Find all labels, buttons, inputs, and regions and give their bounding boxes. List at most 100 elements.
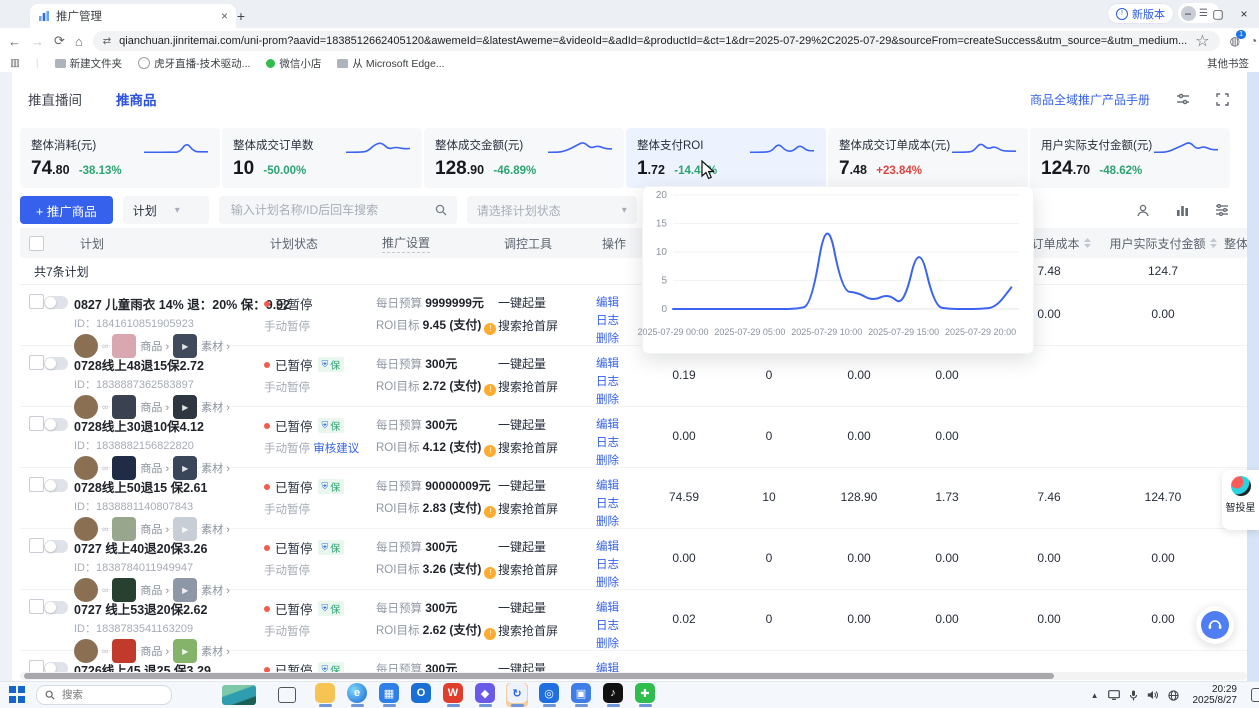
tab-product[interactable]: 推商品 bbox=[116, 89, 157, 109]
col-setting[interactable]: 推广设置 bbox=[376, 234, 498, 253]
side-panel-icon[interactable]: ▥ bbox=[10, 57, 20, 69]
row-toggle[interactable] bbox=[44, 296, 68, 309]
new-version-badge[interactable]: !新版本 bbox=[1108, 4, 1173, 23]
sort-icon[interactable] bbox=[1084, 238, 1091, 248]
task-view-button[interactable] bbox=[278, 687, 296, 703]
stat-card-1[interactable]: 整体成交订单数 10 -50.00% bbox=[222, 128, 422, 188]
browser-tab[interactable]: 推广管理 × bbox=[30, 4, 236, 28]
zhitouxing-floating-widget[interactable]: 智投星 bbox=[1222, 470, 1259, 530]
col-tool[interactable]: 调控工具 bbox=[498, 235, 596, 252]
site-info-icon[interactable]: ⇄ bbox=[103, 36, 111, 47]
stat-card-5[interactable]: 用户实际支付金额(元) 124.70 -48.62% bbox=[1030, 128, 1230, 188]
stat-card-4[interactable]: 整体成交订单成本(元) 7.48 +23.84% bbox=[828, 128, 1028, 188]
col-overall[interactable]: 整体 bbox=[1218, 235, 1247, 252]
row-checkbox[interactable] bbox=[29, 599, 44, 614]
other-bookmarks-folder[interactable]: 其他书签 bbox=[1203, 56, 1249, 71]
app-purple[interactable]: ◆ bbox=[474, 683, 496, 707]
home-icon[interactable]: ⌂ bbox=[75, 34, 83, 49]
search-top-screen[interactable]: 搜索抢首屏 bbox=[498, 378, 596, 395]
plan-title[interactable]: 0728线上30退10保4.12 bbox=[74, 416, 264, 435]
product-manual-link[interactable]: 商品全域推广产品手册 bbox=[1030, 91, 1150, 108]
action-link[interactable]: 编辑 bbox=[596, 538, 644, 554]
plan-title[interactable]: 0727 线上53退20保2.62 bbox=[74, 599, 264, 618]
row-toggle[interactable] bbox=[44, 418, 68, 431]
microsoft-store[interactable]: ▦ bbox=[378, 683, 400, 707]
notification-center-icon[interactable] bbox=[1251, 688, 1259, 702]
url-field[interactable]: ⇄ qianchuan.jinritemai.com/uni-prom?aavi… bbox=[93, 31, 1220, 51]
window-close-button[interactable]: × bbox=[1229, 1, 1259, 27]
monitor-icon[interactable] bbox=[1108, 690, 1120, 700]
column-settings-icon[interactable] bbox=[1215, 204, 1229, 216]
plan-search-input[interactable] bbox=[229, 202, 435, 218]
one-key-boost[interactable]: 一键起量 bbox=[498, 294, 596, 311]
fullscreen-icon[interactable] bbox=[1216, 93, 1229, 106]
customer-service-button[interactable] bbox=[1196, 606, 1234, 644]
back-icon[interactable]: ← bbox=[8, 34, 21, 49]
row-checkbox[interactable] bbox=[29, 477, 44, 492]
row-toggle[interactable] bbox=[44, 479, 68, 492]
row-checkbox[interactable] bbox=[29, 294, 44, 309]
action-link[interactable]: 删除 bbox=[596, 391, 644, 407]
action-link[interactable]: 日志 bbox=[596, 434, 644, 450]
search-top-screen[interactable]: 搜索抢首屏 bbox=[498, 317, 596, 334]
stat-card-3[interactable]: 整体支付ROI 1.72 -14.43% bbox=[626, 128, 826, 188]
reload-icon[interactable]: ⟳ bbox=[54, 33, 65, 49]
horizontal-scrollbar[interactable] bbox=[20, 672, 1247, 680]
extensions-puzzle-icon[interactable]: ◔ bbox=[1250, 34, 1257, 48]
app-blue[interactable]: ▣ bbox=[570, 683, 592, 707]
bookmark-star-icon[interactable]: ☆ bbox=[1195, 31, 1209, 51]
taskbar-search-input[interactable] bbox=[60, 688, 134, 702]
row-checkbox[interactable] bbox=[29, 355, 44, 370]
col-ops[interactable]: 操作 bbox=[596, 235, 644, 252]
action-link[interactable]: 日志 bbox=[596, 373, 644, 389]
app-blue-ring[interactable]: ◎ bbox=[538, 683, 560, 707]
scrollbar-thumb[interactable] bbox=[24, 673, 1054, 679]
network-icon[interactable] bbox=[1168, 690, 1179, 701]
bookmark-item[interactable]: 从 Microsoft Edge... bbox=[337, 56, 444, 71]
stat-card-2[interactable]: 整体成交金额(元) 128.90 -46.89% bbox=[424, 128, 624, 188]
promote-product-button[interactable]: + 推广商品 bbox=[20, 196, 113, 224]
search-top-screen[interactable]: 搜索抢首屏 bbox=[498, 622, 596, 639]
action-link[interactable]: 编辑 bbox=[596, 660, 644, 672]
action-link[interactable]: 日志 bbox=[596, 312, 644, 328]
douyin[interactable]: ♪ bbox=[602, 683, 624, 707]
row-checkbox[interactable] bbox=[29, 416, 44, 431]
search-top-screen[interactable]: 搜索抢首屏 bbox=[498, 561, 596, 578]
tab-live-room[interactable]: 推直播间 bbox=[28, 89, 82, 109]
bookmark-item[interactable]: 虎牙直播-技术驱动... bbox=[138, 56, 250, 71]
action-link[interactable]: 日志 bbox=[596, 556, 644, 572]
row-checkbox[interactable] bbox=[29, 660, 44, 672]
edge-browser[interactable]: e bbox=[346, 683, 368, 707]
plan-status-select[interactable]: 请选择计划状态▾ bbox=[467, 196, 637, 224]
col-status[interactable]: 计划状态 bbox=[264, 235, 376, 252]
one-key-boost[interactable]: 一键起量 bbox=[498, 477, 596, 494]
row-toggle[interactable] bbox=[44, 662, 68, 672]
one-key-boost[interactable]: 一键起量 bbox=[498, 416, 596, 433]
forward-icon[interactable]: → bbox=[31, 34, 44, 49]
taskbar-search[interactable] bbox=[36, 685, 172, 705]
action-link[interactable]: 编辑 bbox=[596, 355, 644, 371]
tab-close-icon[interactable]: × bbox=[221, 9, 228, 23]
new-tab-button[interactable]: + bbox=[232, 7, 250, 25]
start-button[interactable] bbox=[8, 685, 28, 705]
plan-title[interactable]: 0827 儿童雨衣 14% 退：20% 保：9.92 bbox=[74, 294, 264, 313]
row-checkbox[interactable] bbox=[29, 538, 44, 553]
plan-title[interactable]: 0728线上50退15 保2.61 bbox=[74, 477, 264, 496]
chart-columns-icon[interactable] bbox=[1176, 204, 1189, 217]
search-icon[interactable] bbox=[435, 204, 447, 216]
account-manage-icon[interactable] bbox=[1136, 204, 1150, 217]
action-link[interactable]: 删除 bbox=[596, 635, 644, 651]
display-settings-icon[interactable] bbox=[1176, 93, 1190, 105]
page-scrollbar[interactable] bbox=[1247, 72, 1259, 682]
speaker-icon[interactable] bbox=[1147, 690, 1159, 700]
qianchuan-active-app[interactable]: ↻ bbox=[506, 683, 528, 707]
row-toggle[interactable] bbox=[44, 357, 68, 370]
wps-office[interactable]: W bbox=[442, 683, 464, 707]
action-link[interactable]: 删除 bbox=[596, 574, 644, 590]
bookmark-item[interactable]: 微信小店 bbox=[266, 56, 321, 71]
col-plan[interactable]: 计划 bbox=[74, 235, 264, 252]
action-link[interactable]: 编辑 bbox=[596, 477, 644, 493]
select-all-checkbox[interactable] bbox=[29, 236, 44, 251]
action-link[interactable]: 日志 bbox=[596, 495, 644, 511]
search-top-screen[interactable]: 搜索抢首屏 bbox=[498, 439, 596, 456]
